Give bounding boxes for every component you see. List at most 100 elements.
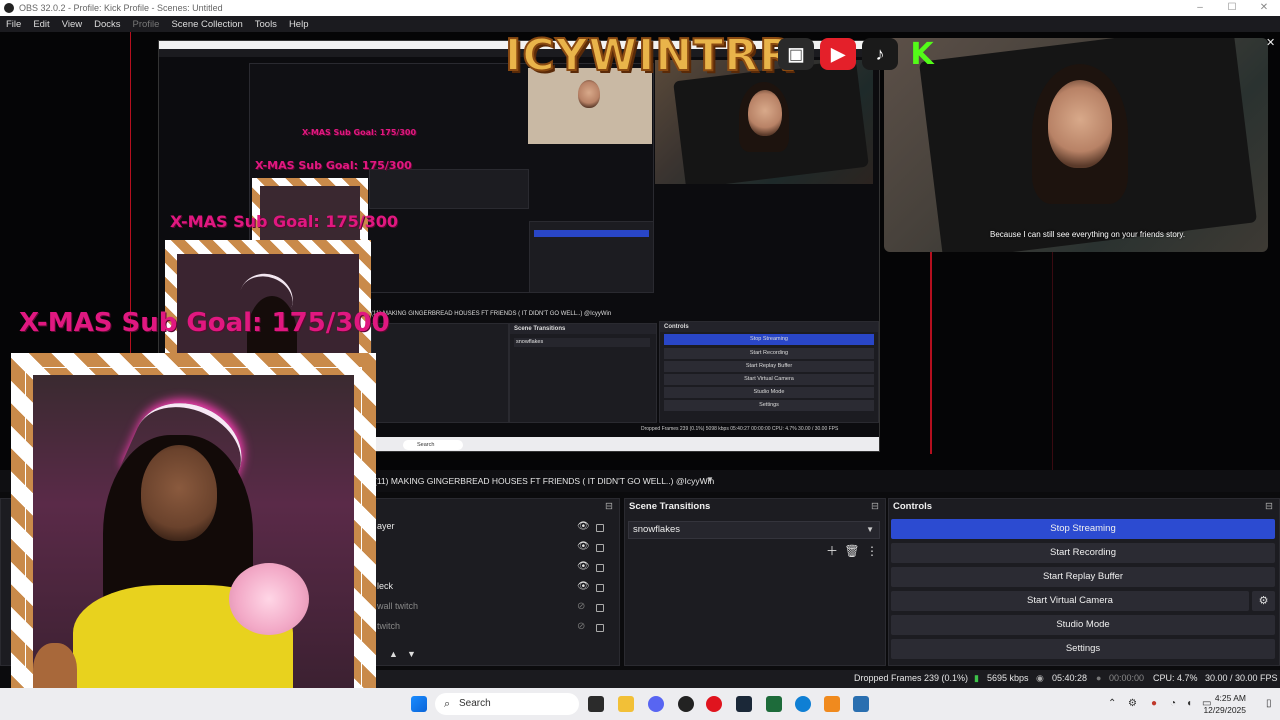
source-item[interactable]: ayer [377, 521, 395, 539]
source-item[interactable]: twitch [377, 621, 400, 639]
xbox-icon[interactable] [766, 696, 782, 712]
nested-controls-header: Controls [660, 322, 878, 332]
goal-text-tiny: X-MAS Sub Goal: 175/300 [302, 128, 417, 137]
menu-scene-collection[interactable]: Scene Collection [165, 19, 248, 30]
record-time: 00:00:00 [1109, 673, 1145, 683]
scene-title: (11) MAKING GINGERBREAD HOUSES FT FRIEND… [374, 476, 715, 486]
eye-hidden-icon[interactable]: ⊘ [577, 601, 585, 612]
chevron-up-icon[interactable]: ▲ [389, 649, 398, 659]
fps: 30.00 / 30.00 FPS [1205, 673, 1278, 683]
menu-tools[interactable]: Tools [249, 19, 283, 30]
nested-stop-streaming: Stop Streaming [664, 334, 874, 345]
goal-text-small: X-MAS Sub Goal: 175/300 [255, 159, 412, 172]
chevron-down-icon[interactable]: ▼ [407, 649, 416, 659]
start-virtual-camera-button[interactable]: Start Virtual Camera [891, 591, 1249, 611]
steam-icon[interactable] [736, 696, 752, 712]
window-title: OBS 32.0.2 - Profile: Kick Profile - Sce… [19, 3, 223, 13]
nested-start-replay: Start Replay Buffer [664, 361, 874, 372]
source-item[interactable]: wall twitch [377, 601, 418, 619]
menu-view[interactable]: View [56, 19, 88, 30]
minimize-button[interactable]: – [1184, 0, 1216, 16]
close-icon[interactable]: ✕ [1266, 36, 1275, 49]
transition-value: snowflakes [633, 524, 680, 535]
more-icon[interactable]: ⋮ [864, 543, 880, 559]
tray-icon[interactable]: ⚙ [1128, 698, 1137, 709]
lock-icon[interactable] [596, 564, 604, 572]
controls-title: Controls [893, 501, 933, 512]
taskbar-search[interactable]: ⌕ Search [435, 693, 579, 715]
app-icon[interactable] [824, 696, 840, 712]
guide-line [1052, 252, 1053, 482]
video-caption: Because I can still see everything on yo… [990, 230, 1186, 239]
settings-button[interactable]: Settings [891, 639, 1275, 659]
search-icon: ⌕ [444, 698, 451, 710]
eye-icon[interactable]: 👁 [577, 521, 590, 532]
file-explorer-icon[interactable] [618, 696, 634, 712]
task-view-icon[interactable] [588, 696, 604, 712]
dropped-frames: Dropped Frames 239 (0.1%) [854, 673, 969, 683]
nested-taskbar: Search [375, 437, 879, 451]
taskbar-clock[interactable]: 4:25 AM 12/29/2025 [1203, 692, 1246, 716]
close-button[interactable]: ✕ [1248, 0, 1280, 16]
webcam-border [25, 367, 362, 706]
eye-hidden-icon[interactable]: ⊘ [577, 621, 585, 632]
eye-icon[interactable]: 👁 [577, 581, 590, 592]
network-icon[interactable]: ◔ [1170, 698, 1176, 709]
tiktok-icon: ♪ [862, 38, 898, 70]
face-shape [578, 80, 600, 108]
signal-icon: ▮ [974, 673, 979, 683]
nested-studio-mode: Studio Mode [664, 387, 874, 398]
app-icon[interactable] [853, 696, 869, 712]
discord-icon[interactable] [648, 696, 664, 712]
obs-icon[interactable] [678, 696, 694, 712]
lock-icon[interactable] [596, 624, 604, 632]
camera-preview-large: Because I can still see everything on yo… [884, 38, 1268, 252]
menu-edit[interactable]: Edit [27, 19, 55, 30]
start-replay-buffer-button[interactable]: Start Replay Buffer [891, 567, 1275, 587]
nested-settings: Settings [664, 400, 874, 411]
windows-start-icon[interactable] [411, 696, 427, 712]
studio-mode-button[interactable]: Studio Mode [891, 615, 1275, 635]
eye-icon[interactable]: 👁 [577, 561, 590, 572]
add-icon[interactable]: ＋ [824, 543, 840, 559]
bitrate: 5695 kbps [987, 673, 1029, 683]
nested-status-bar: Dropped Frames 239 (0.1%) 5098 kbps 05:4… [641, 426, 839, 432]
maximize-button[interactable]: ☐ [1216, 0, 1248, 16]
nested-transition-select: snowflakes [514, 338, 650, 347]
status-bar: Dropped Frames 239 (0.1%) ▮ 5695 kbps ◉ … [376, 670, 1280, 688]
transition-select[interactable]: snowflakes ▼ [628, 521, 880, 539]
window-titlebar: OBS 32.0.2 - Profile: Kick Profile - Sce… [0, 0, 1280, 16]
lock-icon[interactable] [596, 544, 604, 552]
dock-popout-icon[interactable]: ⊟ [871, 499, 879, 515]
menu-help[interactable]: Help [283, 19, 315, 30]
clock-date: 12/29/2025 [1203, 705, 1246, 715]
menu-file[interactable]: File [0, 19, 27, 30]
lock-icon[interactable] [596, 524, 604, 532]
source-item[interactable]: leck [377, 581, 393, 599]
edge-icon[interactable] [795, 696, 811, 712]
eye-icon[interactable]: 👁 [577, 541, 590, 552]
trash-icon[interactable]: 🗑 [844, 543, 860, 559]
menu-profile[interactable]: Profile [127, 19, 166, 30]
lock-icon[interactable] [596, 604, 604, 612]
broadcast-icon: ◉ [1036, 673, 1044, 683]
stop-streaming-button[interactable]: Stop Streaming [891, 519, 1275, 539]
kick-icon: K [910, 36, 934, 72]
microphone-icon[interactable]: ● [1151, 698, 1157, 709]
chevron-down-icon[interactable]: ▼ [706, 475, 714, 484]
volume-icon[interactable]: ◖ [1186, 698, 1192, 709]
start-recording-button[interactable]: Start Recording [891, 543, 1275, 563]
dock-popout-icon[interactable]: ⊟ [605, 499, 613, 515]
nested-inner-controls [529, 221, 654, 293]
opera-icon[interactable] [706, 696, 722, 712]
notification-icon[interactable]: ▯ [1266, 698, 1272, 709]
lock-icon[interactable] [596, 584, 604, 592]
nested-sources-panel [371, 323, 509, 423]
face-shape [748, 90, 782, 136]
goal-text-medium: X-MAS Sub Goal: 175/300 [170, 212, 399, 231]
chevron-up-icon[interactable]: ⌃ [1108, 698, 1116, 709]
dock-popout-icon[interactable]: ⊟ [1265, 499, 1273, 515]
menu-docks[interactable]: Docks [88, 19, 126, 30]
goal-text-large: X-MAS Sub Goal: 175/300 [19, 308, 390, 338]
gear-icon[interactable]: ⚙ [1252, 591, 1275, 611]
